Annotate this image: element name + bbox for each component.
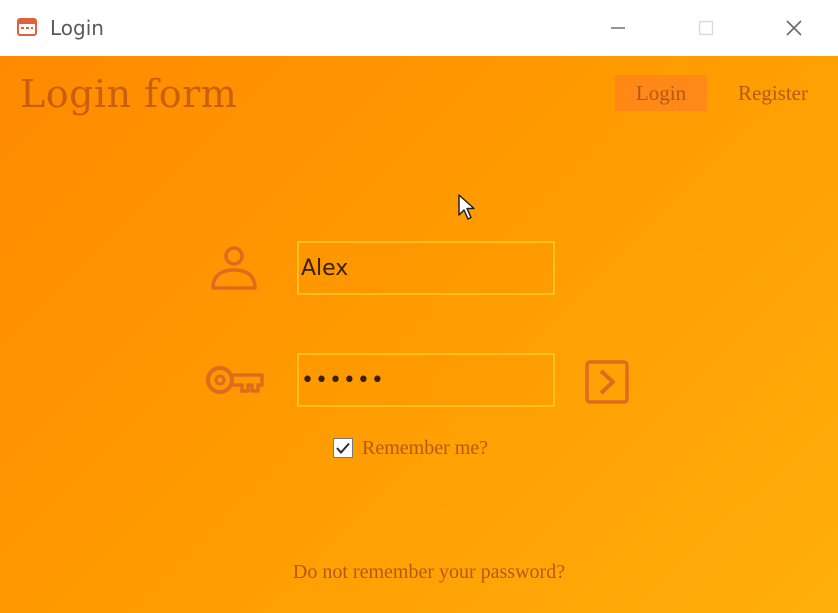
login-window: Login Login form Login Register Alex •••… (0, 0, 838, 613)
app-window-icon (17, 18, 37, 36)
password-field[interactable] (297, 353, 555, 407)
user-icon (211, 246, 257, 290)
username-input[interactable] (299, 243, 553, 293)
title-bar[interactable]: Login (0, 0, 838, 57)
mouse-pointer-icon (458, 194, 475, 220)
chevron-right-icon (599, 369, 615, 395)
key-icon (206, 366, 264, 394)
password-input[interactable] (299, 355, 553, 405)
maximize-icon (698, 20, 714, 36)
nav-login-button[interactable]: Login (615, 75, 707, 111)
remember-me-label: Remember me? (362, 436, 489, 459)
form-title: Login form (20, 72, 238, 116)
nav-register-button[interactable]: Register (720, 75, 826, 111)
maximize-button[interactable] (686, 10, 726, 46)
close-icon (786, 20, 802, 36)
remember-me-checkbox[interactable] (333, 438, 353, 458)
forgot-password-link[interactable]: Do not remember your password? (0, 561, 838, 584)
username-field[interactable] (297, 241, 555, 295)
close-button[interactable] (774, 10, 814, 46)
minimize-button[interactable] (598, 10, 638, 46)
checkmark-icon (336, 442, 350, 455)
minimize-icon (611, 27, 625, 29)
submit-button[interactable] (585, 360, 629, 404)
remember-me-option[interactable]: Remember me? (333, 436, 488, 460)
window-title: Login (50, 16, 104, 40)
login-panel: Login form Login Register Alex •••••• Re… (0, 56, 838, 613)
